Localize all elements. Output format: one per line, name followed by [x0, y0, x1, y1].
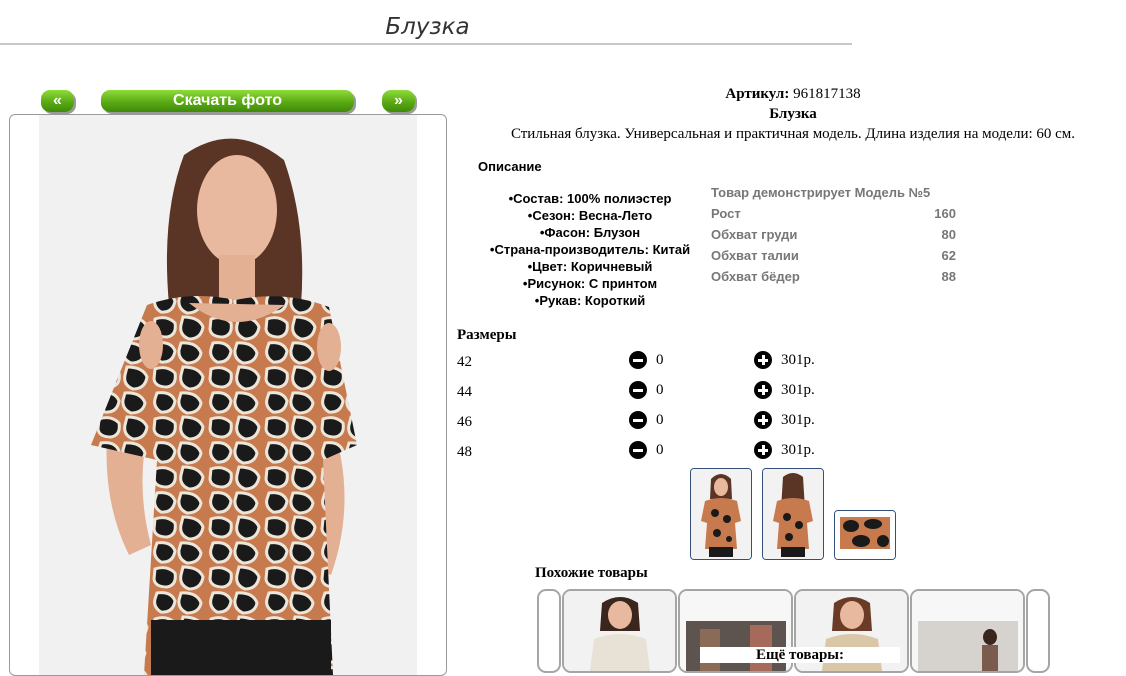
sizes-heading: Размеры: [457, 327, 517, 343]
attribute-item: Цвет: Коричневый: [455, 258, 725, 275]
measurement-label: Обхват груди: [711, 227, 798, 242]
decrease-quantity-icon[interactable]: [629, 441, 647, 459]
fabric-detail-image: [835, 511, 895, 559]
description-heading: Описание: [478, 159, 542, 174]
similar-prev-arrow[interactable]: [537, 589, 561, 673]
measurement-value: 160: [934, 206, 956, 221]
main-photo-frame: [9, 114, 447, 676]
price-control: 301р.: [754, 441, 815, 459]
increase-quantity-icon[interactable]: [754, 411, 772, 429]
increase-quantity-icon[interactable]: [754, 381, 772, 399]
price-control: 301р.: [754, 351, 815, 369]
size-price: 301р.: [781, 411, 815, 428]
prev-photo-button[interactable]: «: [41, 90, 74, 112]
measurement-value: 80: [941, 227, 956, 242]
quantity-value: 0: [656, 411, 664, 428]
similar-product-image: [564, 591, 675, 671]
model-heading: Товар демонстрирует Модель №5: [711, 185, 931, 200]
size-row: 46 0 301р.: [457, 411, 857, 444]
similar-heading: Похожие товары: [535, 565, 648, 581]
size-price: 301р.: [781, 441, 815, 458]
next-photo-button[interactable]: »: [382, 90, 415, 112]
measurement-row: Обхват талии 62: [711, 245, 956, 266]
decrease-quantity-icon[interactable]: [629, 351, 647, 369]
similar-product-card[interactable]: [562, 589, 677, 673]
similar-product-card[interactable]: [910, 589, 1025, 673]
photo-thumbnail[interactable]: [762, 468, 824, 560]
main-product-photo[interactable]: [39, 115, 417, 675]
measurement-row: Рост 160: [711, 203, 956, 224]
size-label: 48: [457, 444, 472, 460]
increase-quantity-icon[interactable]: [754, 351, 772, 369]
page-title: Блузка: [385, 14, 470, 40]
increase-quantity-icon[interactable]: [754, 441, 772, 459]
download-photo-button[interactable]: Скачать фото: [101, 90, 354, 112]
quantity-control: 0: [629, 411, 664, 429]
model-illustration: [91, 138, 357, 675]
decrease-quantity-icon[interactable]: [629, 411, 647, 429]
price-control: 301р.: [754, 381, 815, 399]
quantity-control: 0: [629, 441, 664, 459]
more-products-heading: Ещё товары:: [700, 647, 900, 663]
measurement-label: Обхват бёдер: [711, 269, 800, 284]
similar-next-arrow[interactable]: [1026, 589, 1050, 673]
attribute-item: Рисунок: С принтом: [455, 275, 725, 292]
size-price: 301р.: [781, 351, 815, 368]
decrease-quantity-icon[interactable]: [629, 381, 647, 399]
quantity-control: 0: [629, 381, 664, 399]
quantity-value: 0: [656, 381, 664, 398]
thumbnail-image: [763, 469, 823, 559]
quantity-value: 0: [656, 441, 664, 458]
article-line: Артикул: 961817138: [453, 86, 1126, 103]
size-label: 44: [457, 384, 472, 400]
price-control: 301р.: [754, 411, 815, 429]
photo-thumbnail[interactable]: [690, 468, 752, 560]
similar-product-image: [912, 591, 1023, 671]
size-price: 301р.: [781, 381, 815, 398]
attribute-list: Состав: 100% полиэстер Сезон: Весна-Лето…: [455, 190, 725, 309]
product-tagline: Стильная блузка. Универсальная и практич…: [510, 126, 1076, 142]
quantity-control: 0: [629, 351, 664, 369]
attribute-item: Рукав: Короткий: [455, 292, 725, 309]
attribute-item: Страна-производитель: Китай: [455, 241, 725, 258]
measurement-label: Обхват талии: [711, 248, 799, 263]
article-label: Артикул:: [725, 86, 790, 102]
size-row: 44 0 301р.: [457, 381, 857, 414]
thumbnail-image: [691, 469, 751, 559]
product-name: Блузка: [769, 106, 817, 122]
photo-thumbnail[interactable]: [834, 510, 896, 560]
measurement-row: Обхват бёдер 88: [711, 266, 956, 287]
measurement-value: 62: [941, 248, 956, 263]
size-label: 46: [457, 414, 472, 430]
measurement-row: Обхват груди 80: [711, 224, 956, 245]
quantity-value: 0: [656, 351, 664, 368]
attribute-item: Сезон: Весна-Лето: [455, 207, 725, 224]
attribute-item: Фасон: Блузон: [455, 224, 725, 241]
attribute-item: Состав: 100% полиэстер: [455, 190, 725, 207]
measurement-value: 88: [941, 269, 956, 284]
model-measurements: Товар демонстрирует Модель №5 Рост 160 О…: [711, 182, 956, 287]
article-value: 961817138: [793, 86, 861, 102]
measurement-label: Рост: [711, 206, 741, 221]
size-label: 42: [457, 354, 472, 370]
size-row: 42 0 301р.: [457, 351, 857, 384]
title-divider: [0, 43, 852, 45]
